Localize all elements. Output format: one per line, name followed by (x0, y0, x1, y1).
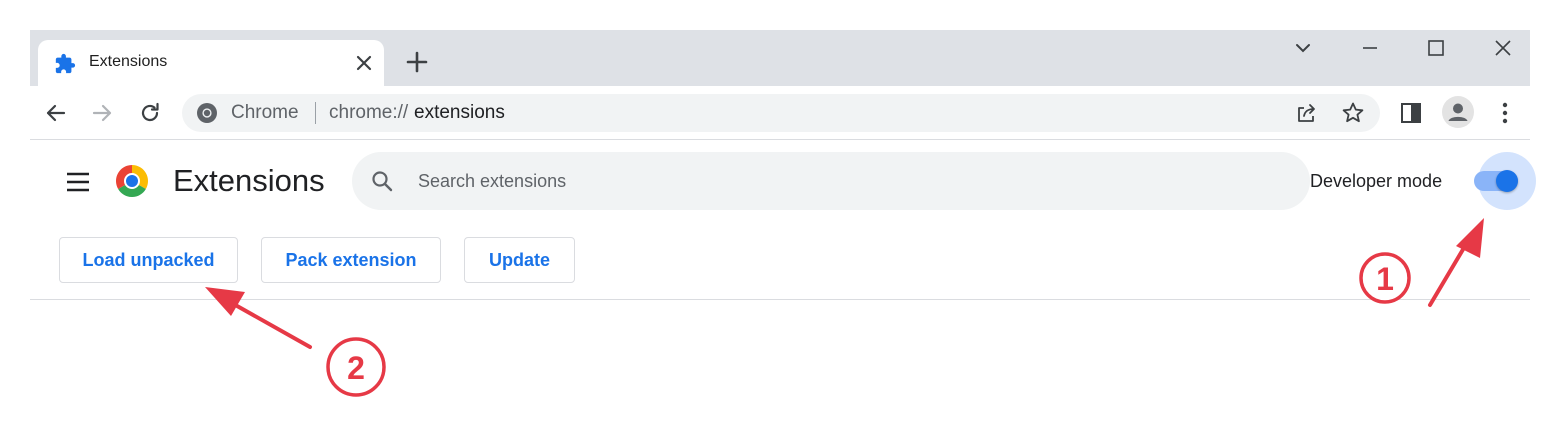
chrome-logo (115, 165, 149, 198)
back-arrow-icon[interactable] (43, 100, 69, 126)
browser-window: Extensions Chrome chrome:// extensions E… (30, 30, 1536, 435)
pack-extension-button[interactable]: Pack extension (261, 237, 441, 283)
omnibox-separator (315, 102, 316, 124)
puzzle-piece-icon (55, 53, 76, 74)
tab-search-chevron-icon[interactable] (1291, 36, 1315, 60)
chrome-site-icon (197, 103, 217, 123)
share-icon[interactable] (1294, 100, 1320, 126)
more-menu-icon[interactable] (1492, 100, 1518, 126)
hamburger-menu-icon[interactable] (64, 170, 92, 194)
reload-icon[interactable] (137, 100, 163, 126)
site-chip-label: Chrome (231, 102, 299, 123)
bookmark-star-icon[interactable] (1340, 100, 1366, 126)
new-tab-icon[interactable] (404, 49, 430, 75)
person-icon (1448, 103, 1468, 121)
minimize-icon[interactable] (1358, 36, 1382, 60)
load-unpacked-button[interactable]: Load unpacked (59, 237, 238, 283)
developer-mode-label: Developer mode (1310, 171, 1443, 191)
page-title: Extensions (173, 163, 325, 198)
developer-mode-toggle-knob[interactable] (1496, 170, 1518, 192)
side-panel-icon[interactable] (1398, 100, 1424, 126)
address-bar[interactable]: Chrome chrome:// extensions (182, 94, 1380, 132)
close-tab-icon[interactable] (355, 54, 373, 72)
search-bar[interactable] (352, 152, 1310, 210)
update-button[interactable]: Update (464, 237, 575, 283)
maximize-icon[interactable] (1424, 36, 1448, 60)
forward-arrow-icon[interactable] (89, 100, 115, 126)
tab-strip: Extensions (30, 30, 1530, 86)
tab-title: Extensions (89, 53, 168, 70)
toolbar: Chrome chrome:// extensions (30, 86, 1530, 140)
toolbar-divider (30, 299, 1530, 300)
tab-extensions[interactable]: Extensions (38, 40, 384, 86)
url-path: extensions (414, 102, 505, 123)
url-scheme: chrome:// (329, 102, 409, 123)
profile-avatar[interactable] (1442, 96, 1474, 128)
search-icon (372, 171, 393, 192)
search-input[interactable] (418, 165, 1278, 197)
close-window-icon[interactable] (1491, 36, 1515, 60)
